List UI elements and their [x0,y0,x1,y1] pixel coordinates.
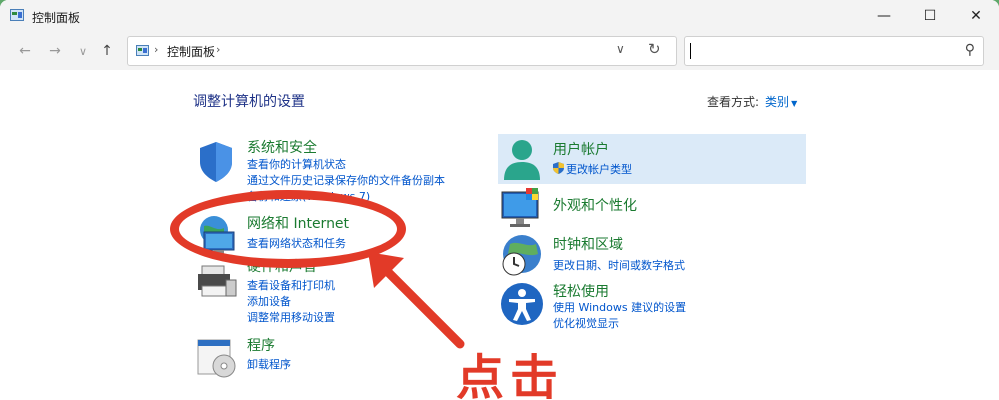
category-title[interactable]: 时钟和区域 [553,234,623,254]
page-heading: 调整计算机的设置 [193,94,305,110]
annotation-arrow [368,252,465,349]
navigation-bar: ← → ∨ ↑ › 控制面板 › ∨ ↻ ⚲ [0,32,999,70]
shield-icon [200,142,232,182]
category-link[interactable]: 使用 Windows 建议的设置 [553,299,686,315]
category-link[interactable]: 卸载程序 [247,356,291,372]
refresh-icon[interactable]: ↻ [648,40,661,58]
monitor-personalize-icon [501,188,539,227]
minimize-button[interactable]: — [861,0,907,32]
user-icon [504,140,540,180]
category-title[interactable]: 外观和个性化 [553,195,637,215]
close-button[interactable]: ✕ [953,0,999,32]
annotation-text: 点击 [456,350,565,400]
programs-icon [197,339,236,378]
category-title[interactable]: 程序 [247,335,275,355]
category-appearance: 外观和个性化 [500,188,800,228]
category-link[interactable]: 优化视觉显示 [553,315,619,331]
uac-shield-icon [553,162,564,174]
category-link[interactable]: 更改帐户类型 [566,161,632,177]
control-panel-window: 控制面板 — ☐ ✕ ← → ∨ ↑ › 控制面板 › ∨ ↻ ⚲ 调整计算机的 [0,0,999,400]
up-arrow-icon[interactable]: ↑ [96,40,118,62]
dropdown-arrow-icon[interactable]: ▼ [791,99,797,108]
title-bar: 控制面板 — ☐ ✕ [0,0,999,32]
maximize-button[interactable]: ☐ [907,0,953,32]
address-dropdown-chevron-icon[interactable]: ∨ [616,42,625,56]
category-link[interactable]: 查看你的计算机状态 [247,156,346,172]
back-arrow-icon[interactable]: ← [14,40,36,62]
breadcrumb-separator[interactable]: › [216,43,220,56]
forward-arrow-icon[interactable]: → [44,40,66,62]
category-link[interactable]: 通过文件历史记录保存你的文件备份副本 [247,172,445,188]
recent-locations-chevron-icon[interactable]: ∨ [72,40,94,62]
category-title[interactable]: 轻松使用 [553,281,609,301]
window-title: 控制面板 [32,11,81,25]
accessibility-icon [501,283,543,325]
view-by-control: 查看方式: 类别 ▼ [707,93,797,110]
category-link[interactable]: 更改日期、时间或数字格式 [553,257,685,273]
breadcrumb-separator: › [154,43,159,56]
category-link[interactable]: 添加设备 [247,293,291,309]
category-link[interactable]: 查看设备和打印机 [247,277,335,293]
category-system-security: 系统和安全 查看你的计算机状态 通过文件历史记录保存你的文件备份副本 备份和还原… [196,137,486,203]
address-bar[interactable]: › 控制面板 › ∨ ↻ [127,36,677,66]
category-ease-of-access: 轻松使用 使用 Windows 建议的设置 优化视觉显示 [500,282,800,330]
view-by-label: 查看方式: [707,95,760,109]
search-input[interactable]: ⚲ [684,36,984,66]
category-user-accounts: 用户帐户 更改帐户类型 [500,138,800,182]
category-link[interactable]: 调整常用移动设置 [247,309,335,325]
category-title[interactable]: 用户帐户 [553,139,609,159]
printer-icon [198,265,237,297]
search-icon[interactable]: ⚲ [965,42,975,58]
view-by-dropdown[interactable]: 类别 [765,95,789,109]
control-panel-icon [10,9,24,21]
category-title[interactable]: 系统和安全 [247,137,317,157]
breadcrumb-control-panel[interactable]: 控制面板 [167,43,215,60]
category-clock-region: 时钟和区域 更改日期、时间或数字格式 [500,234,800,278]
clock-globe-icon [502,235,541,276]
text-caret [690,43,691,59]
control-panel-location-icon [136,45,149,56]
